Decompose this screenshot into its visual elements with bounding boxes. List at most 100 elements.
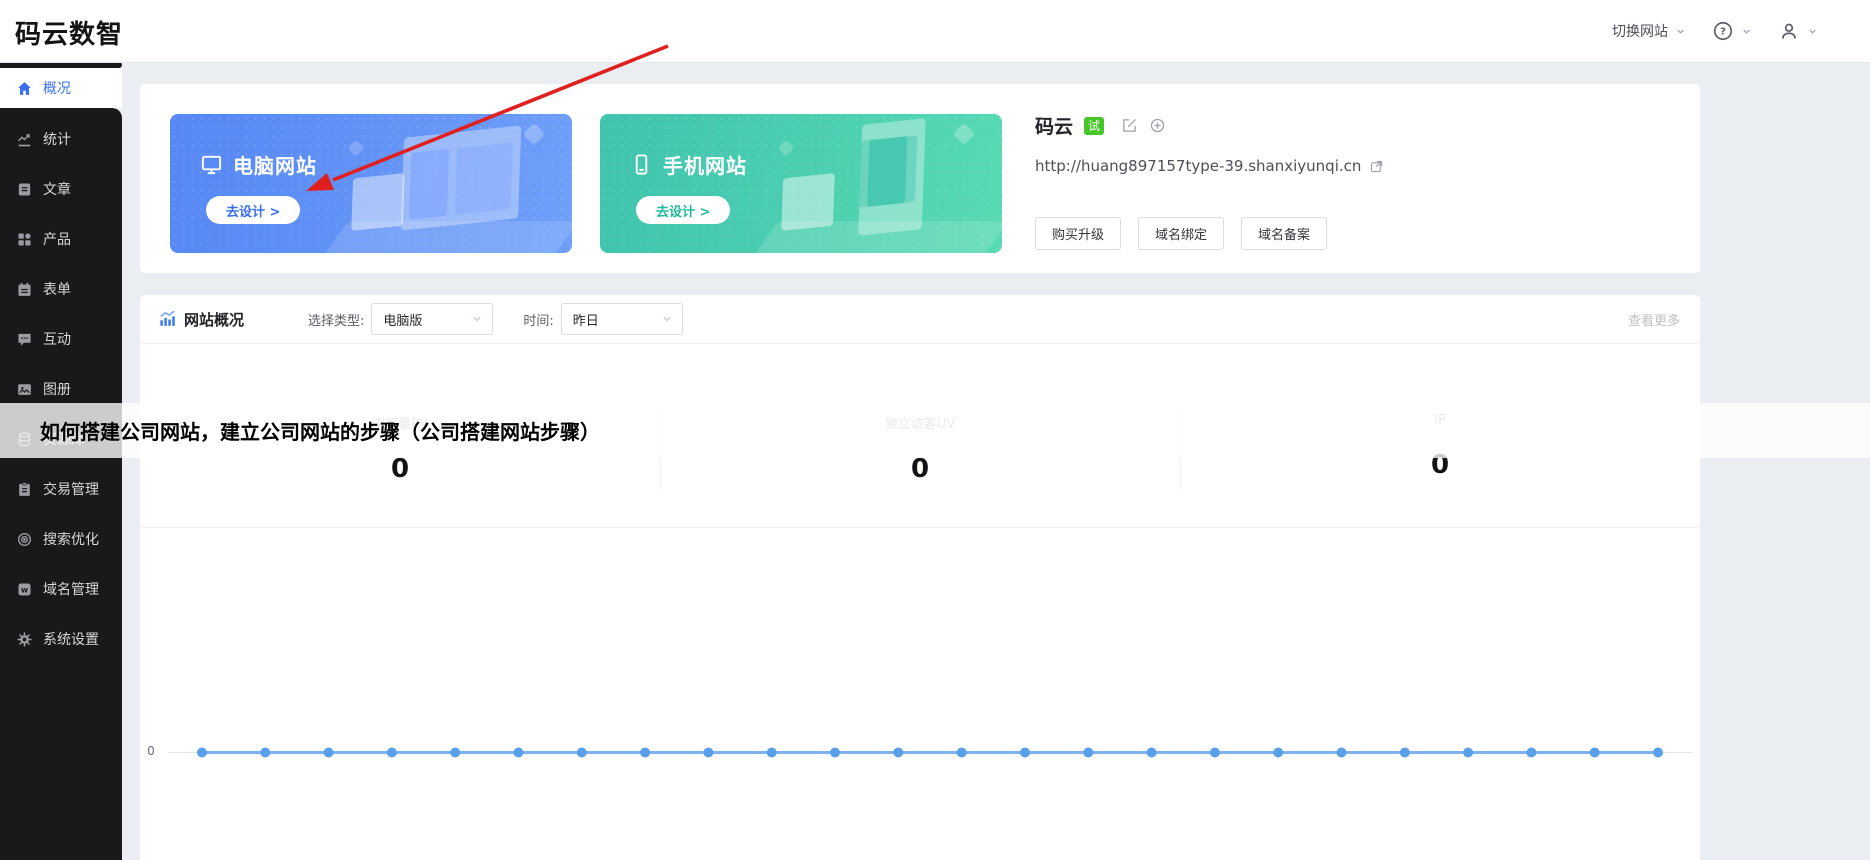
- chevron-down-icon: [471, 313, 483, 325]
- pc-site-card[interactable]: 电脑网站 去设计 >: [170, 114, 572, 253]
- trial-badge: 试: [1084, 117, 1104, 135]
- site-actions: 购买升级域名绑定域名备案: [1035, 217, 1384, 250]
- data-point: [450, 748, 460, 758]
- data-point: [260, 748, 270, 758]
- sidebar-item-label: 表单: [43, 279, 71, 299]
- settings-icon: [16, 631, 33, 648]
- switch-site-label: 切换网站: [1612, 21, 1668, 41]
- data-point: [893, 748, 903, 758]
- data-point: [324, 748, 334, 758]
- topbar-right: 切换网站 ?: [1612, 0, 1818, 62]
- site-name-row: 码云 试: [1035, 112, 1384, 139]
- target-icon[interactable]: [1149, 117, 1166, 134]
- sidebar-item-label: 图册: [43, 379, 71, 399]
- data-point: [1273, 748, 1283, 758]
- sidebar-item-label: 系统设置: [43, 629, 99, 649]
- svg-text:?: ?: [1720, 27, 1726, 38]
- overview-toolbar: 网站概况 选择类型: 电脑版 时间: 昨日 查看更多: [140, 295, 1700, 344]
- site-action-button-2[interactable]: 域名备案: [1241, 217, 1327, 250]
- data-point: [957, 748, 967, 758]
- stats-icon: [16, 131, 33, 148]
- domain-icon: w: [16, 581, 33, 598]
- products-icon: [16, 231, 33, 248]
- time-select-value: 昨日: [573, 310, 599, 329]
- overview-title: 网站概况: [184, 309, 244, 330]
- data-point: [703, 748, 713, 758]
- sidebar-item-label: 产品: [43, 229, 71, 249]
- help-dropdown[interactable]: ?: [1712, 20, 1752, 42]
- help-icon: ?: [1712, 20, 1734, 42]
- sidebar-item-forms[interactable]: 表单: [0, 264, 122, 314]
- sidebar-item-label: 互动: [43, 329, 71, 349]
- articles-icon: [16, 181, 33, 198]
- time-select[interactable]: 昨日: [561, 303, 683, 335]
- pc-card-title: 电脑网站: [233, 150, 317, 179]
- type-filter-label: 选择类型:: [308, 310, 364, 329]
- site-url-row: http://huang897157type-39.shanxiyunqi.cn: [1035, 157, 1384, 175]
- sidebar-item-settings[interactable]: 系统设置: [0, 614, 122, 664]
- switch-site-dropdown[interactable]: 切换网站: [1612, 21, 1686, 41]
- mobile-card-title: 手机网站: [663, 150, 747, 179]
- sidebar-item-label: 搜索优化: [43, 529, 99, 549]
- data-point: [1526, 748, 1536, 758]
- bar-chart-icon: [158, 310, 177, 329]
- dashboard-page: 码云数智 切换网站 ? 概况 统计文章产品表单互动图册资源库交易管理搜索优化w域…: [0, 0, 1870, 860]
- edit-icon[interactable]: [1121, 117, 1138, 134]
- phone-icon: [630, 153, 653, 176]
- gallery-icon: [16, 381, 33, 398]
- sidebar: 概况 统计文章产品表单互动图册资源库交易管理搜索优化w域名管理系统设置: [0, 62, 122, 860]
- interaction-icon: [16, 331, 33, 348]
- site-url-link[interactable]: http://huang897157type-39.shanxiyunqi.cn: [1035, 157, 1361, 175]
- monitor-icon: [200, 153, 223, 176]
- overview-icon: [16, 80, 33, 97]
- site-action-button-0[interactable]: 购买升级: [1035, 217, 1121, 250]
- line-chart: [140, 527, 1700, 860]
- data-point: [1083, 748, 1093, 758]
- mobile-site-card[interactable]: 手机网站 去设计 >: [600, 114, 1002, 253]
- topbar: 码云数智 切换网站 ?: [0, 0, 1870, 62]
- sidebar-item-label: 文章: [43, 179, 71, 199]
- overview-panel: 网站概况 选择类型: 电脑版 时间: 昨日 查看更多 浏览量PV0独立访客UV0…: [140, 295, 1700, 860]
- visits-chart: 0: [140, 527, 1700, 860]
- site-name: 码云: [1035, 112, 1073, 139]
- data-point: [1590, 748, 1600, 758]
- sidebar-item-domain[interactable]: w域名管理: [0, 564, 122, 614]
- type-select-value: 电脑版: [383, 310, 422, 329]
- type-select[interactable]: 电脑版: [371, 303, 493, 335]
- data-point: [1210, 748, 1220, 758]
- sidebar-item-overview[interactable]: 概况: [0, 68, 122, 108]
- data-point: [640, 748, 650, 758]
- mobile-card-title-row: 手机网站: [630, 150, 747, 179]
- view-more-link[interactable]: 查看更多: [1628, 310, 1680, 329]
- stat-value: 0: [391, 454, 409, 484]
- app-logo: 码云数智: [15, 14, 123, 51]
- user-icon: [1778, 20, 1800, 42]
- user-dropdown[interactable]: [1778, 20, 1818, 42]
- pc-design-button[interactable]: 去设计 >: [206, 196, 300, 224]
- sidebar-active-slot: 概况: [0, 68, 122, 108]
- iso-photo-tile: [781, 173, 835, 231]
- caption-overlay: 如何搭建公司网站，建立公司网站的步骤（公司搭建网站步骤）: [0, 403, 1870, 458]
- mobile-design-button[interactable]: 去设计 >: [636, 196, 730, 224]
- time-filter-label: 时间:: [523, 310, 553, 329]
- seo-icon: [16, 531, 33, 548]
- external-link-icon[interactable]: [1369, 159, 1384, 174]
- data-point: [387, 748, 397, 758]
- forms-icon: [16, 281, 33, 298]
- sidebar-item-articles[interactable]: 文章: [0, 164, 122, 214]
- sidebar-item-products[interactable]: 产品: [0, 214, 122, 264]
- sidebar-item-stats[interactable]: 统计: [0, 114, 122, 164]
- data-point: [830, 748, 840, 758]
- chevron-down-icon: [661, 313, 673, 325]
- stat-value: 0: [911, 454, 929, 484]
- data-point: [1653, 748, 1663, 758]
- sidebar-item-label: 概况: [43, 78, 71, 98]
- site-panel: 电脑网站 去设计 > 手机网站 去设计 > 码云 试: [140, 84, 1700, 273]
- sidebar-item-interaction[interactable]: 互动: [0, 314, 122, 364]
- site-action-button-1[interactable]: 域名绑定: [1138, 217, 1224, 250]
- sidebar-item-seo[interactable]: 搜索优化: [0, 514, 122, 564]
- iso-photo-tile: [351, 173, 405, 231]
- iso-phone-shape: [858, 118, 926, 236]
- data-point: [1463, 748, 1473, 758]
- sidebar-item-trade[interactable]: 交易管理: [0, 464, 122, 514]
